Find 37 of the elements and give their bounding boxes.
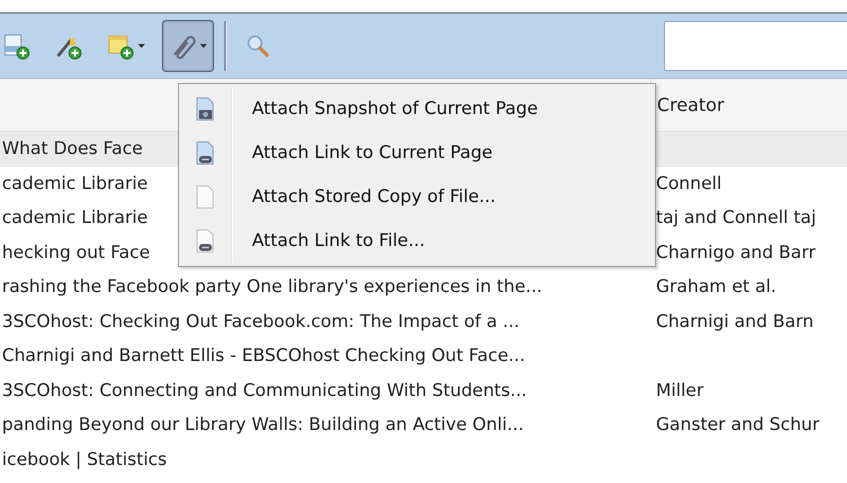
- table-cell: hecking out Face: [2, 242, 150, 263]
- column-header-label[interactable]: Creator: [657, 94, 724, 116]
- table-cell: 3SCOhost: Connecting and Communicating With Students...: [2, 380, 527, 401]
- table-row[interactable]: panding Beyond our Library Walls: Building an Active Onli... Ganster and Schur: [0, 408, 847, 442]
- table-cell: cademic Librarie: [2, 208, 148, 228]
- table-cell: Charnigi and Barnett Ellis - EBSCOhost Checking Out Face...: [2, 346, 526, 366]
- table-row[interactable]: Charnigi and Barnett Ellis - EBSCOhost Checking Out Face...: [0, 339, 847, 374]
- blank-file-icon: [194, 185, 216, 209]
- link-page-icon: [194, 141, 216, 165]
- table-cell: Miller: [656, 380, 704, 401]
- table-cell: icebook | Statistics: [2, 450, 167, 470]
- table-cell: panding Beyond our Library Walls: Building an Active Onli...: [2, 415, 524, 436]
- table-row[interactable]: 3SCOhost: Checking Out Facebook.com: The Impact of a ... Charnigi and Barn: [0, 304, 847, 339]
- caret-icon: [200, 44, 207, 48]
- table-cell: Connell: [656, 174, 722, 194]
- table-cell: Charnigo and Barr: [656, 242, 816, 263]
- camera-page-icon: [194, 97, 216, 121]
- menu-item[interactable]: Attach Link to File...: [252, 231, 425, 251]
- table-cell: 3SCOhost: Checking Out Facebook.com: The Impact of a ...: [2, 312, 520, 332]
- table-cell: Graham et al.: [656, 277, 776, 298]
- link-file-icon: [194, 229, 216, 253]
- table-cell: Ganster and Schur: [656, 415, 820, 436]
- table-cell: What Does Face: [2, 139, 143, 160]
- table-cell: cademic Librarie: [2, 174, 148, 194]
- search-field[interactable]: [664, 21, 847, 71]
- table-cell: taj and Connell taj: [656, 208, 816, 228]
- table-cell: Charnigi and Barn: [656, 312, 814, 332]
- caret-icon: [138, 44, 145, 48]
- menu-item[interactable]: Attach Snapshot of Current Page: [252, 99, 538, 119]
- paperclip-button[interactable]: [162, 20, 214, 72]
- table-row[interactable]: 3SCOhost: Connecting and Communicating With Students... Miller: [0, 374, 847, 408]
- menu-item[interactable]: Attach Link to Current Page: [252, 143, 493, 163]
- menu-item[interactable]: Attach Stored Copy of File...: [252, 187, 496, 207]
- table-row[interactable]: rashing the Facebook party One library's experiences in the... Graham et al.: [0, 270, 847, 304]
- table-row[interactable]: icebook | Statistics: [0, 442, 847, 477]
- document-plus-icon: [3, 32, 31, 60]
- table-cell: rashing the Facebook party One library's experiences in the...: [2, 277, 542, 298]
